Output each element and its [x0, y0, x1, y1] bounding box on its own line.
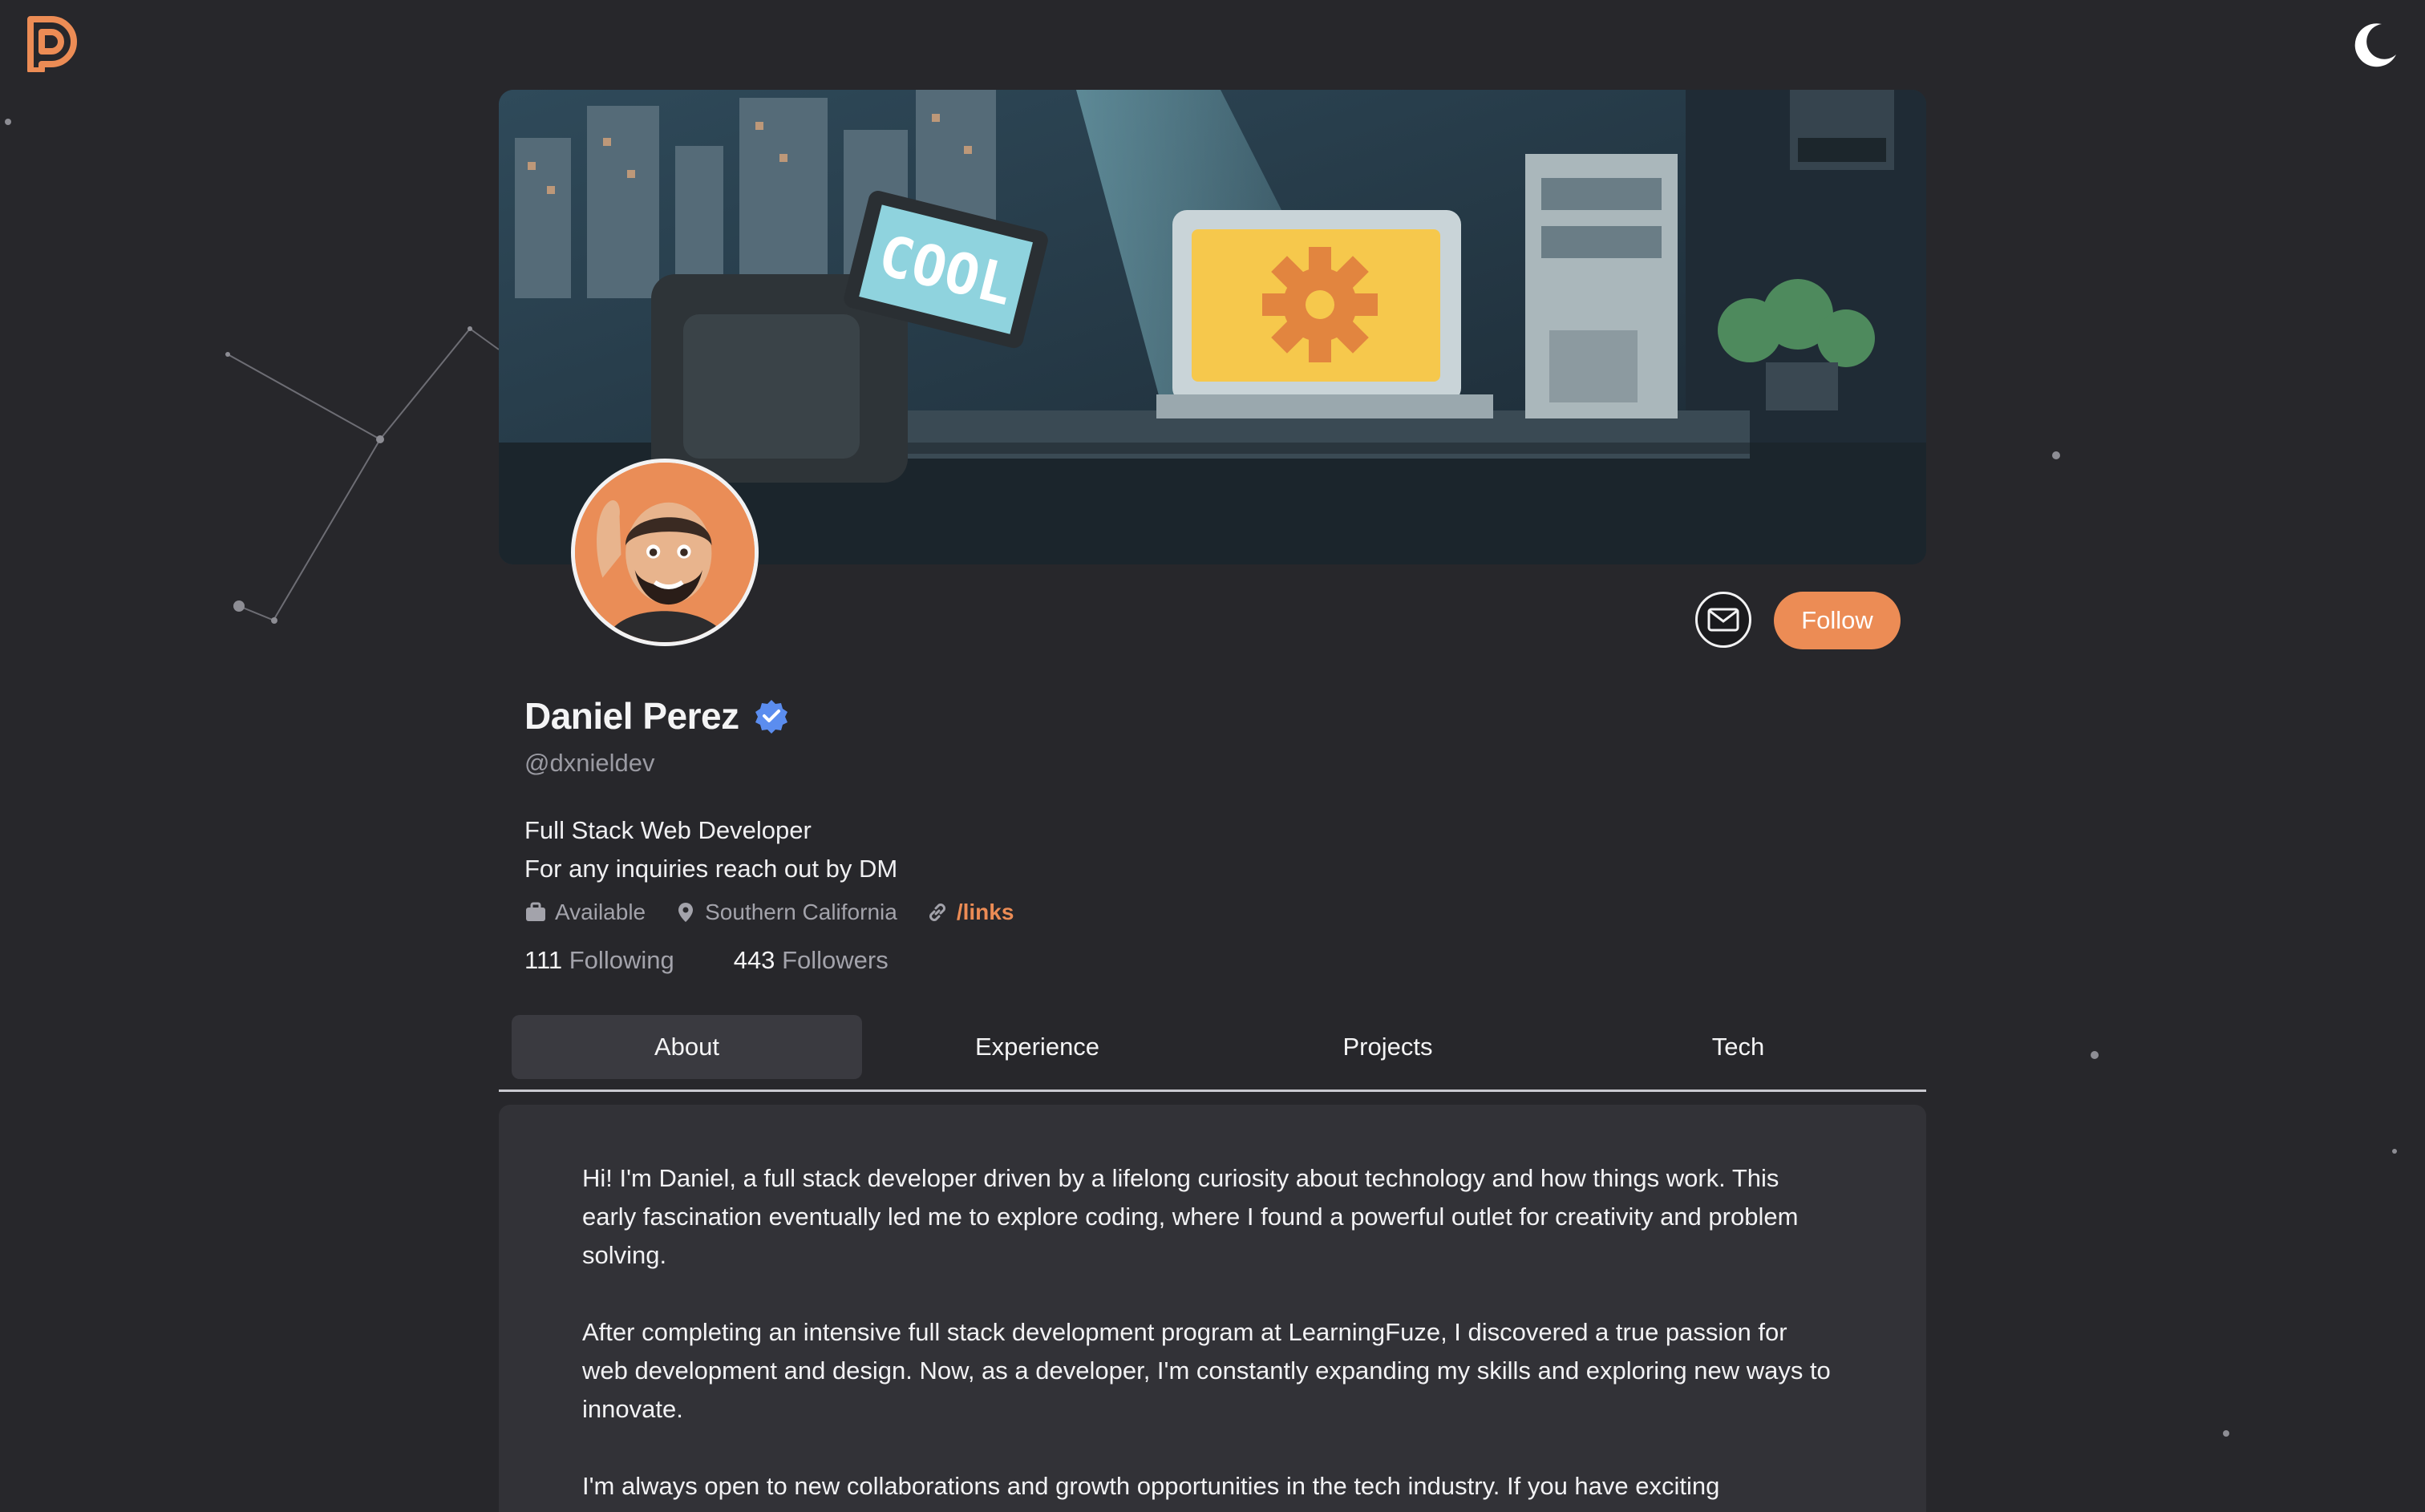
following-count: 111 — [524, 946, 563, 974]
link-icon — [929, 904, 945, 921]
followers-count: 443 — [733, 946, 775, 974]
links-link[interactable]: /links — [957, 900, 1014, 925]
following-stat[interactable]: 111 Following — [524, 946, 674, 975]
bio-line: For any inquiries reach out by DM — [524, 855, 898, 883]
profile-meta: Available Southern California /links — [524, 900, 1042, 925]
about-paragraph: Hi! I'm Daniel, a full stack developer d… — [582, 1164, 1799, 1269]
links-item[interactable]: /links — [926, 900, 1014, 925]
followers-stat[interactable]: 443 Followers — [734, 946, 889, 975]
tab-tech[interactable]: Tech — [1563, 1015, 1913, 1079]
profile-name: Daniel Perez — [524, 695, 739, 737]
about-paragraph: After completing an intensive full stack… — [582, 1318, 1831, 1423]
tab-about[interactable]: About — [512, 1015, 862, 1079]
status-text: Available — [555, 900, 646, 924]
followers-label: Followers — [782, 946, 889, 974]
tab-experience[interactable]: Experience — [862, 1015, 1212, 1079]
location-item: Southern California — [674, 900, 897, 925]
dp-logo-icon[interactable] — [27, 16, 79, 74]
mail-icon — [1707, 608, 1739, 632]
status-item: Available — [524, 900, 646, 925]
briefcase-icon — [526, 902, 545, 921]
tab-projects[interactable]: Projects — [1212, 1015, 1563, 1079]
profile-handle: @dxnieldev — [524, 749, 655, 777]
moon-icon[interactable] — [2350, 19, 2401, 71]
profile-name-row: Daniel Perez — [524, 694, 789, 738]
profile-tabs: About Experience Projects Tech — [499, 1010, 1926, 1092]
verified-badge-icon — [755, 700, 787, 734]
location-text: Southern California — [705, 900, 897, 924]
follow-button[interactable]: Follow — [1774, 592, 1901, 649]
avatar — [571, 459, 759, 646]
message-button[interactable] — [1695, 592, 1751, 648]
following-label: Following — [569, 946, 674, 974]
profile-page: COOL Follow Daniel Perez @dxnieldev Full… — [0, 0, 2425, 1512]
location-pin-icon — [678, 903, 694, 922]
profile-bio: Full Stack Web Developer For any inquiri… — [524, 811, 897, 888]
about-paragraph: I'm always open to new collaborations an… — [582, 1472, 1720, 1500]
bio-line: Full Stack Web Developer — [524, 816, 812, 844]
profile-stats: 111 Following 443 Followers — [524, 946, 948, 975]
about-panel: Hi! I'm Daniel, a full stack developer d… — [499, 1105, 1926, 1512]
